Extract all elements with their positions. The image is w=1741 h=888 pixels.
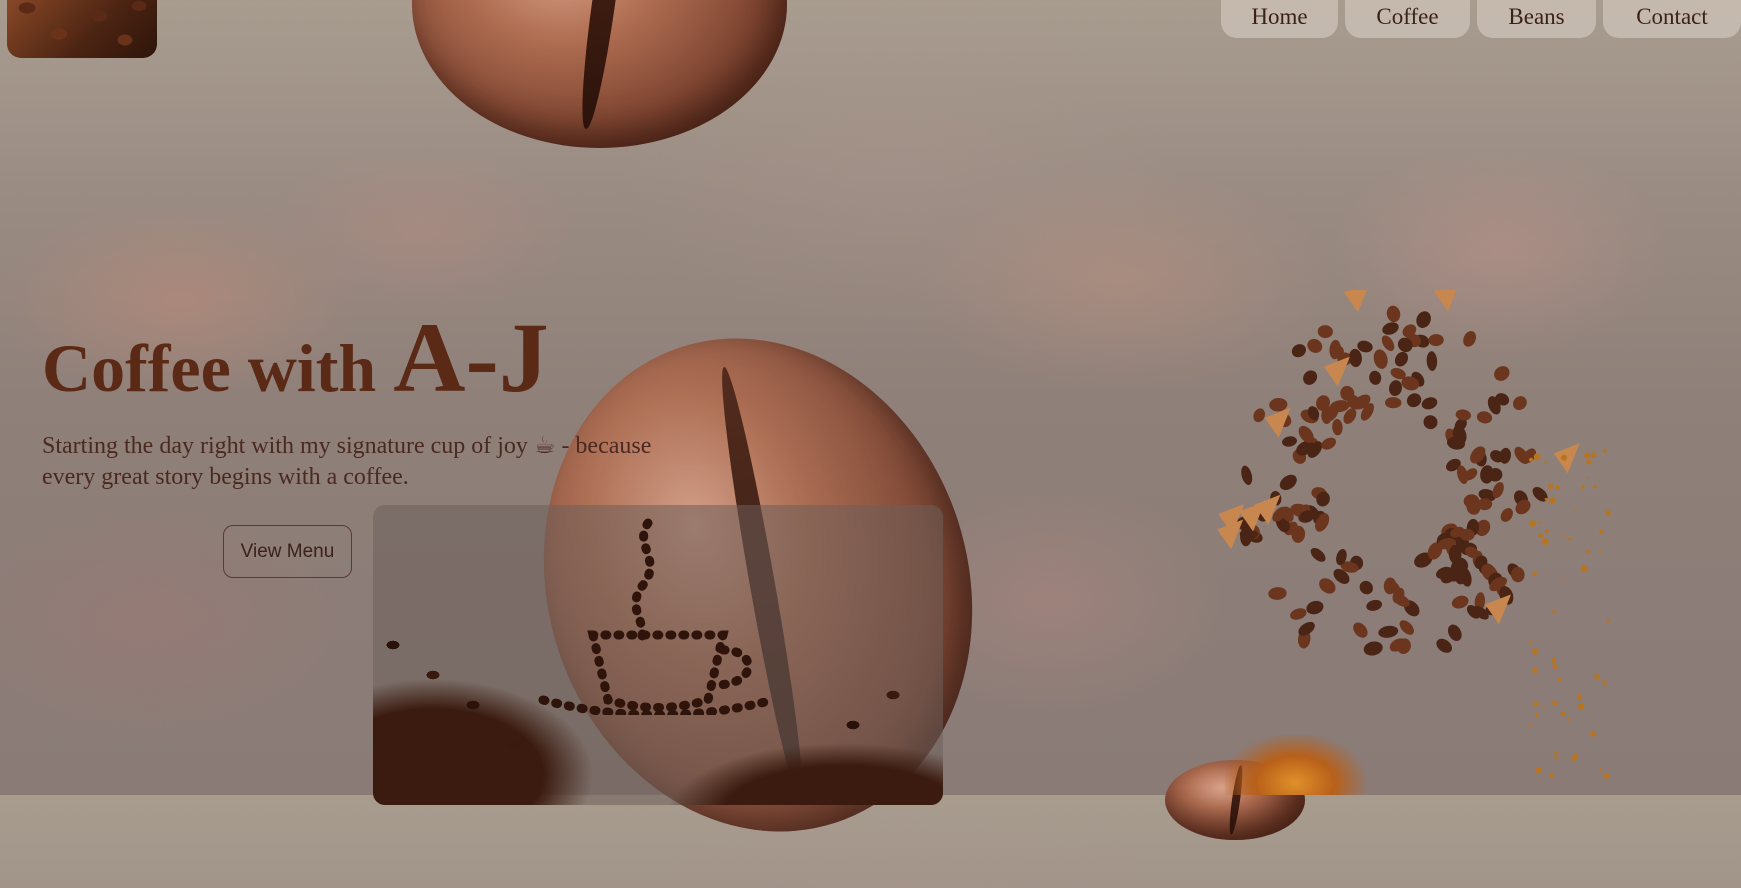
main-nav: Home Coffee Beans Contact [1221,0,1741,38]
bean-cup-art-icon [538,518,778,715]
coffee-splash-image [1225,735,1365,795]
background-bean-top [412,0,787,148]
tagline-text-part1: Starting the day right with my signature… [42,433,534,459]
nav-home-button[interactable]: Home [1221,0,1338,38]
coffee-bean-burst-image [1217,290,1611,779]
nav-coffee-button[interactable]: Coffee [1345,0,1470,38]
hero-title-name: A-J [393,302,549,413]
nav-contact-button[interactable]: Contact [1603,0,1741,38]
hero-tagline: Starting the day right with my signature… [42,430,662,493]
coffee-cup-beans-image [373,505,943,805]
view-menu-button[interactable]: View Menu [223,525,352,578]
coffee-beans-logo-icon[interactable] [7,0,157,58]
nav-beans-button[interactable]: Beans [1477,0,1596,38]
hero-title: Coffee with A-J [42,300,549,415]
hot-beverage-icon: ☕ [533,431,556,459]
hero-title-main: Coffee with [42,330,394,406]
